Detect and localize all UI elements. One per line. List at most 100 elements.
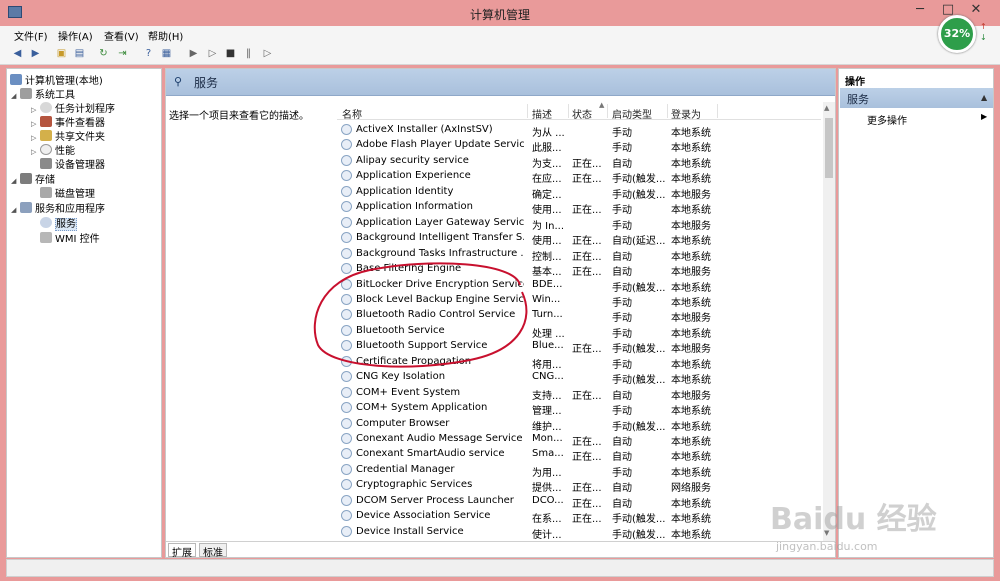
- vertical-scrollbar[interactable]: ▲ ▼: [823, 102, 835, 542]
- service-name: Application Experience: [356, 170, 471, 182]
- service-startup-type: 自动: [612, 251, 632, 263]
- service-row[interactable]: Base Filtering Engine 基本... 正在... 自动 本地服务: [337, 262, 821, 278]
- title-bar: 计算机管理 ─ □ ✕: [0, 0, 1000, 26]
- col-description[interactable]: 描述: [532, 106, 552, 121]
- search-icon: ⚲: [174, 75, 183, 88]
- menu-view[interactable]: 查看(V): [104, 28, 139, 43]
- up-folder-icon[interactable]: ▣: [54, 46, 69, 61]
- service-status: 正在...: [572, 498, 602, 510]
- service-row[interactable]: COM+ Event System 支持... 正在... 自动 本地服务: [337, 386, 821, 402]
- col-startup-type[interactable]: 启动类型: [612, 106, 652, 121]
- service-row[interactable]: Application Information 使用... 正在... 手动 本地系统: [337, 200, 821, 217]
- service-status: 正在...: [572, 174, 602, 186]
- service-logon: 本地系统: [671, 359, 711, 371]
- stop-service-icon[interactable]: ■: [223, 46, 238, 61]
- col-log-on-as[interactable]: 登录为: [671, 106, 701, 121]
- more-actions[interactable]: 更多操作: [867, 112, 907, 127]
- col-status[interactable]: 状态: [572, 106, 592, 121]
- pause-service-icon[interactable]: ‖: [241, 46, 256, 61]
- service-name: Certificate Propagation: [356, 355, 472, 367]
- tree-device-manager[interactable]: 设备管理器: [40, 156, 105, 171]
- service-name: Application Layer Gateway Service: [356, 216, 524, 228]
- minimize-button[interactable]: ─: [906, 0, 934, 20]
- gear-icon: [341, 386, 352, 398]
- start-alt-icon[interactable]: ▷: [205, 46, 220, 61]
- menu-file[interactable]: 文件(F): [14, 28, 48, 43]
- gear-icon: [341, 371, 352, 383]
- service-status: 正在...: [572, 452, 602, 464]
- service-row[interactable]: Block Level Backup Engine Service Win... 手…: [337, 293, 821, 309]
- tree-disk-management[interactable]: 磁盘管理: [40, 185, 95, 200]
- forward-arrow-icon[interactable]: ▶: [28, 46, 43, 61]
- service-row[interactable]: Background Intelligent Transfer S... 使用..…: [337, 231, 821, 247]
- service-description: Sma...: [532, 448, 564, 460]
- properties-icon[interactable]: ▦: [159, 46, 174, 61]
- scroll-thumb[interactable]: [825, 118, 833, 178]
- scroll-up-icon[interactable]: ▲: [824, 104, 829, 112]
- service-row[interactable]: Background Tasks Infrastructure ... 控制...…: [337, 247, 821, 263]
- service-row[interactable]: Certificate Propagation 将用... 手动 本地系统: [337, 355, 821, 371]
- collapse-icon[interactable]: ▲: [981, 93, 987, 102]
- gear-icon: [341, 309, 352, 321]
- service-row[interactable]: Device Association Service 在系... 正在... 手动(触…: [337, 509, 821, 526]
- service-description: 使用...: [532, 205, 562, 217]
- service-status: 正在...: [572, 390, 602, 402]
- service-startup-type: 手动(触发...: [612, 514, 666, 526]
- tree-performance[interactable]: ▷ 性能: [31, 142, 75, 157]
- service-description: 此服...: [532, 143, 562, 155]
- service-row[interactable]: Application Layer Gateway Service 为 In...…: [337, 216, 821, 232]
- export-list-icon[interactable]: ⇥: [115, 46, 130, 61]
- service-row[interactable]: Credential Manager 为用... 手动 本地系统: [337, 463, 821, 479]
- shared-folder-icon: [40, 130, 52, 141]
- service-row[interactable]: CNG Key Isolation CNG... 手动(触发... 本地系统: [337, 370, 821, 386]
- actions-section-services[interactable]: 服务 ▲: [840, 88, 993, 108]
- service-logon: 网络服务: [671, 483, 711, 495]
- service-row[interactable]: BitLocker Drive Encryption Service BDE...…: [337, 278, 821, 294]
- tab-extended[interactable]: 扩展: [168, 543, 196, 559]
- service-row[interactable]: Device Install Service 使计... 手动(触发... 本地系统: [337, 525, 821, 541]
- tree-system-tools[interactable]: ◢ 系统工具: [11, 86, 75, 101]
- service-row[interactable]: Adobe Flash Player Update Service 此服... 手动…: [337, 138, 821, 155]
- tree-storage[interactable]: ◢ 存储: [11, 171, 55, 186]
- event-viewer-icon: [40, 116, 52, 127]
- col-name[interactable]: 名称: [342, 106, 362, 121]
- wmi-icon: [40, 232, 52, 243]
- restart-service-icon[interactable]: ▷: [260, 46, 275, 61]
- menu-action[interactable]: 操作(A): [58, 28, 93, 43]
- service-row[interactable]: Cryptographic Services 提供... 正在... 自动 网络服务: [337, 478, 821, 495]
- menu-bar: 文件(F) 操作(A) 查看(V) 帮助(H): [0, 26, 1000, 43]
- service-row[interactable]: ActiveX Installer (AxInstSV) 为从 ... 手动 本地系统: [337, 123, 821, 139]
- tree-services-apps[interactable]: ◢ 服务和应用程序: [11, 200, 105, 215]
- menu-help[interactable]: 帮助(H): [148, 28, 183, 43]
- service-row[interactable]: DCOM Server Process Launcher DCO... 正在... 自…: [337, 494, 821, 510]
- show-tree-icon[interactable]: ▤: [72, 46, 87, 61]
- service-status: 正在...: [572, 344, 602, 356]
- service-row[interactable]: Alipay security service 为支... 正在... 自动 本地系统: [337, 154, 821, 170]
- service-row[interactable]: Conexant Audio Message Service Mon... 正在..…: [337, 432, 821, 448]
- actions-title: 操作: [845, 77, 865, 88]
- tree-task-scheduler[interactable]: ▷ 任务计划程序: [31, 100, 115, 115]
- service-row[interactable]: Bluetooth Radio Control Service Turn... 手动…: [337, 308, 821, 324]
- service-row[interactable]: Conexant SmartAudio service Sma... 正在... 自动…: [337, 447, 821, 464]
- tree-services[interactable]: 服务: [40, 215, 77, 231]
- help-icon[interactable]: ?: [141, 46, 156, 61]
- refresh-icon[interactable]: ↻: [96, 46, 111, 61]
- service-row[interactable]: Application Identity 确定... 手动(触发... 本地服务: [337, 185, 821, 201]
- description-text: 选择一个项目来查看它的描述。: [169, 111, 309, 122]
- tree-wmi[interactable]: WMI 控件: [40, 230, 100, 245]
- service-startup-type: 手动: [612, 143, 632, 155]
- service-row[interactable]: Bluetooth Service 处理 ... 手动 本地系统: [337, 324, 821, 340]
- service-row[interactable]: Bluetooth Support Service Blue... 正在... 手动(…: [337, 339, 821, 356]
- service-description: 控制...: [532, 251, 562, 263]
- service-status: 正在...: [572, 483, 602, 495]
- service-row[interactable]: COM+ System Application 管理... 手动 本地系统: [337, 401, 821, 417]
- tree-root[interactable]: 计算机管理(本地): [10, 72, 103, 87]
- start-service-icon[interactable]: ▶: [186, 46, 201, 61]
- service-status: 正在...: [572, 437, 602, 448]
- back-arrow-icon[interactable]: ◀: [10, 46, 25, 61]
- tree-event-viewer[interactable]: ▷ 事件查看器: [31, 114, 105, 129]
- service-row[interactable]: Computer Browser 维护... 手动(触发... 本地系统: [337, 417, 821, 433]
- tab-standard[interactable]: 标准: [199, 543, 227, 559]
- tree-shared-folders[interactable]: ▷ 共享文件夹: [31, 128, 105, 143]
- service-row[interactable]: Application Experience 在应... 正在... 手动(触发...…: [337, 169, 821, 186]
